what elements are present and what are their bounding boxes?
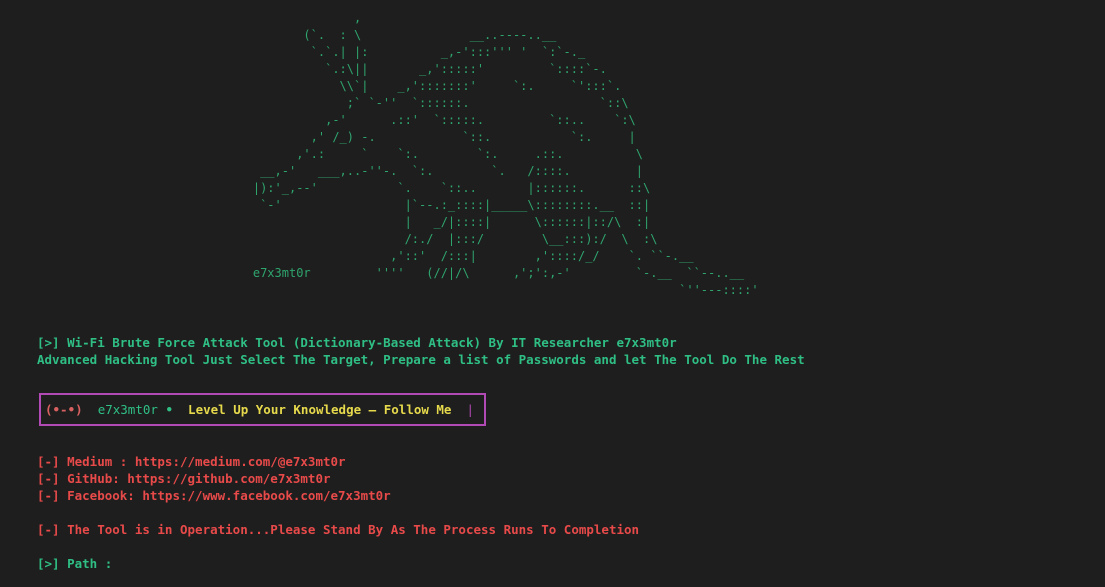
- medium-link-line[interactable]: [-] Medium : https://medium.com/@e7x3mt0…: [37, 453, 346, 470]
- github-link-line[interactable]: [-] GitHub: https://github.com/e7x3mt0r: [37, 470, 331, 487]
- tool-subtitle-line: Advanced Hacking Tool Just Select The Ta…: [37, 352, 805, 367]
- follow-banner: (•-•) e7x3mt0r • Level Up Your Knowledge…: [39, 393, 486, 426]
- facebook-link-line[interactable]: [-] Facebook: https://www.facebook.com/e…: [37, 487, 391, 504]
- tortoise-ascii-art: , (`. : \ __..----..__ `.`.| |: _,-':::'…: [252, 11, 759, 297]
- path-prompt[interactable]: [>] Path :: [37, 555, 112, 572]
- face-emoticon: (•-•): [45, 402, 83, 417]
- operation-status-line: [-] The Tool is in Operation...Please St…: [37, 522, 640, 537]
- terminal-window[interactable]: , (`. : \ __..----..__ `.`.| |: _,-':::'…: [0, 0, 1105, 587]
- banner-pipe: |: [466, 402, 475, 417]
- bullet-icon: •: [165, 402, 173, 417]
- tool-title-line: [>] Wi-Fi Brute Force Attack Tool (Dicti…: [37, 335, 677, 350]
- banner-author: e7x3mt0r: [97, 402, 158, 417]
- banner-message: Level Up Your Knowledge — Follow Me: [188, 402, 452, 417]
- path-prompt-label: [>] Path :: [37, 556, 113, 571]
